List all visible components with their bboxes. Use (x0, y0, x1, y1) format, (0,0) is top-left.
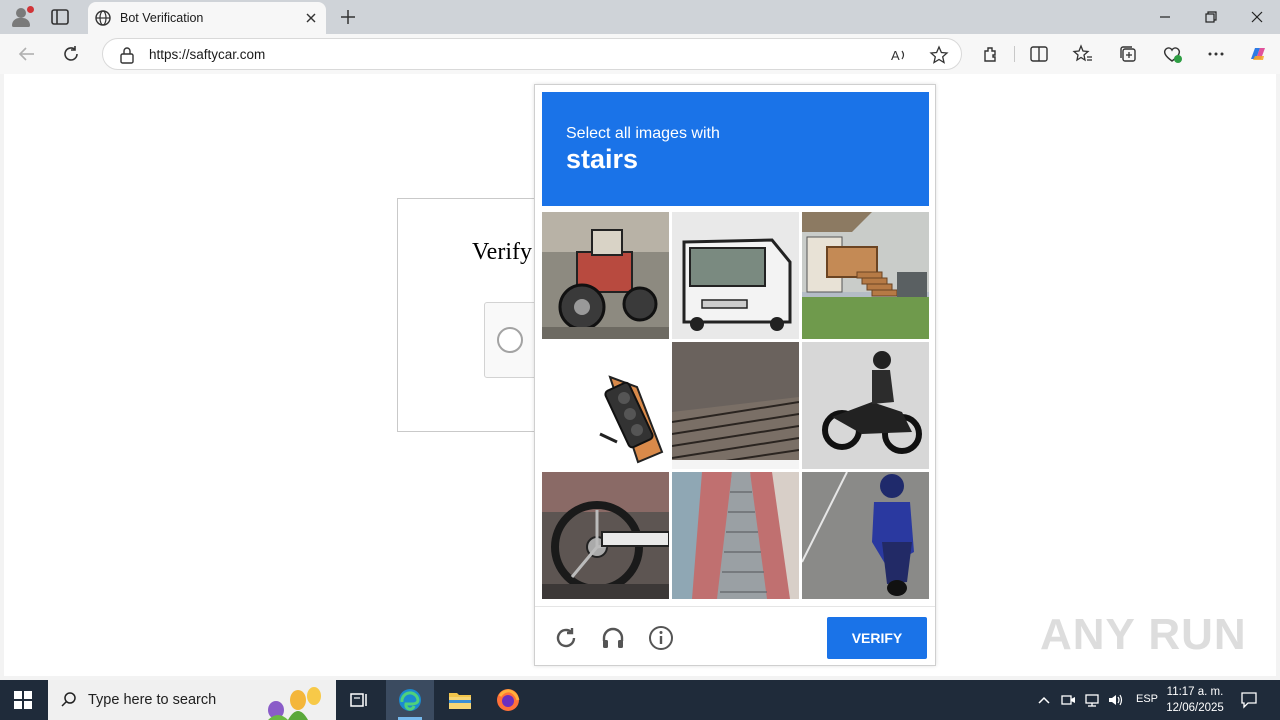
toolbar-separator (1014, 46, 1015, 62)
browser-tab[interactable]: Bot Verification (88, 2, 326, 34)
taskbar: Type here to search ESP 11:17 a. m. 12/0… (0, 680, 1280, 720)
taskbar-search-box[interactable]: Type here to search (48, 680, 336, 720)
browser-essentials-icon[interactable] (1161, 43, 1183, 65)
captcha-image-grid (542, 212, 929, 599)
favorite-star-icon[interactable] (929, 45, 949, 65)
show-hidden-icons-icon[interactable] (1036, 692, 1052, 708)
back-icon[interactable] (16, 43, 38, 65)
captcha-tile-motorcycle[interactable] (802, 342, 929, 469)
system-clock[interactable]: 11:17 a. m. 12/06/2025 (1160, 684, 1230, 716)
audio-challenge-icon[interactable] (600, 625, 626, 651)
captcha-tile-motorcycle-wheel[interactable] (542, 472, 669, 599)
close-window-icon[interactable] (1248, 8, 1266, 26)
meeting-icon[interactable] (1060, 692, 1076, 708)
notifications-icon[interactable] (1240, 691, 1258, 709)
url-text: https://saftycar.com (149, 47, 266, 62)
captcha-tile-stairs[interactable] (672, 342, 799, 469)
svg-text:A: A (891, 48, 900, 63)
captcha-header: Select all images with stairs (542, 92, 929, 206)
site-info-icon[interactable] (119, 46, 135, 64)
new-tab-icon[interactable] (338, 7, 358, 27)
task-view-button[interactable] (336, 680, 384, 720)
search-placeholder: Type here to search (88, 692, 217, 708)
watermark-text: ANY RUN (1040, 610, 1247, 659)
reload-challenge-icon[interactable] (553, 625, 579, 651)
verify-heading: Verify (472, 239, 532, 265)
close-tab-icon[interactable] (302, 9, 320, 27)
tab-title: Bot Verification (120, 11, 204, 25)
taskbar-edge-app[interactable] (386, 680, 434, 720)
profile-avatar-icon[interactable] (8, 4, 34, 30)
more-options-icon[interactable] (1205, 43, 1227, 65)
edge-icon (399, 689, 421, 711)
collections-icon[interactable] (1117, 43, 1139, 65)
refresh-icon[interactable] (60, 43, 82, 65)
split-screen-icon[interactable] (1028, 43, 1050, 65)
copilot-icon[interactable] (1247, 43, 1269, 65)
folder-icon (449, 693, 471, 709)
captcha-challenge: Select all images with stairs VERIFY (534, 84, 936, 666)
favorites-icon[interactable] (1072, 43, 1094, 65)
windows-start-icon[interactable] (14, 691, 32, 709)
captcha-tile-stairway[interactable] (672, 472, 799, 599)
read-aloud-icon[interactable]: A (889, 45, 909, 65)
task-view-icon (350, 693, 367, 707)
search-icon (61, 692, 76, 707)
browser-toolbar: https://saftycar.com A (0, 34, 1280, 74)
captcha-tile-traffic-light[interactable] (542, 342, 669, 469)
captcha-instruction: Select all images with (566, 125, 720, 142)
anyrun-watermark: ANY RUN (1040, 610, 1247, 660)
volume-icon[interactable] (1107, 692, 1123, 708)
info-icon[interactable] (648, 625, 674, 651)
extensions-icon[interactable] (980, 43, 1002, 65)
captcha-tile-scooter[interactable] (802, 472, 929, 599)
clock-time: 11:17 a. m. (1166, 686, 1224, 698)
input-language[interactable]: ESP (1136, 693, 1158, 705)
captcha-spinner-circle[interactable] (497, 327, 523, 353)
clock-date: 12/06/2025 (1166, 702, 1224, 714)
tab-actions-icon[interactable] (50, 8, 70, 26)
captcha-footer: VERIFY (535, 606, 935, 666)
captcha-tile-tractor[interactable] (542, 212, 669, 339)
minimize-icon[interactable] (1156, 8, 1174, 26)
captcha-tile-porch-stairs[interactable] (802, 212, 929, 339)
address-bar[interactable]: https://saftycar.com A (102, 38, 962, 70)
title-bar: Bot Verification (0, 0, 1280, 34)
network-icon[interactable] (1084, 692, 1100, 708)
taskbar-file-explorer[interactable] (436, 680, 484, 720)
captcha-tile-bus[interactable] (672, 212, 799, 339)
restore-icon[interactable] (1202, 8, 1220, 26)
flowers-decoration-icon (268, 687, 321, 720)
verify-button[interactable]: VERIFY (827, 617, 927, 659)
captcha-target: stairs (566, 144, 639, 174)
globe-icon (95, 10, 111, 26)
firefox-icon (497, 689, 520, 711)
taskbar-firefox[interactable] (484, 680, 532, 720)
